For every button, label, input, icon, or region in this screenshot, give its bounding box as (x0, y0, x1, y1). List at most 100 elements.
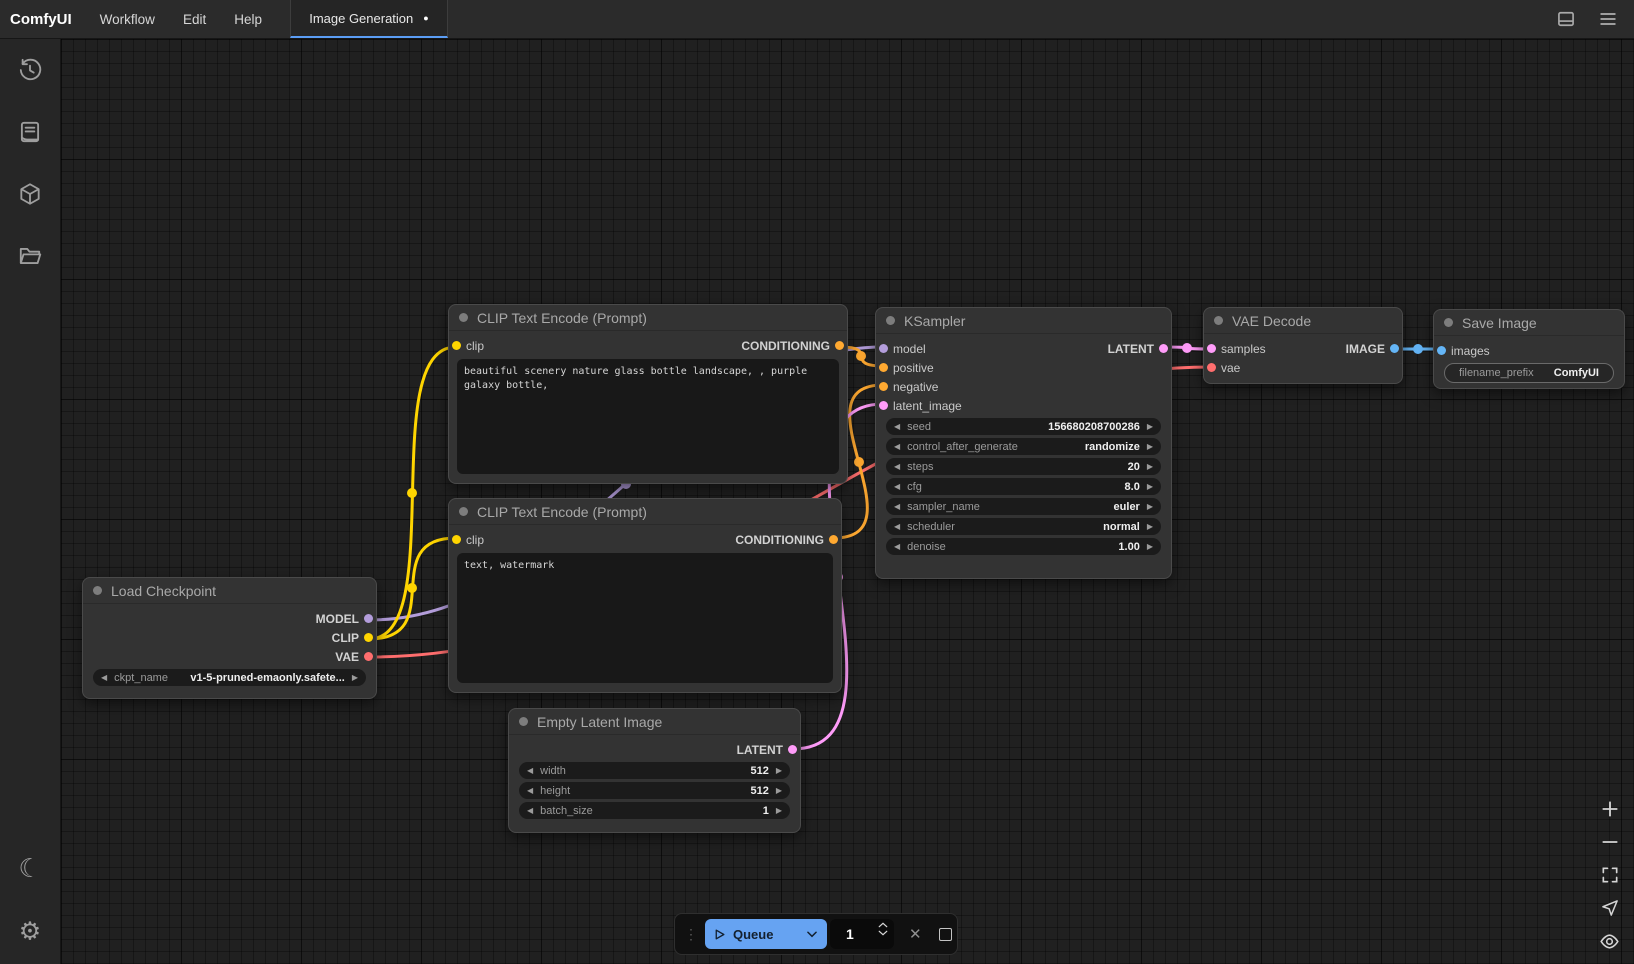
positive-prompt-textarea[interactable]: beautiful scenery nature glass bottle la… (457, 359, 839, 474)
theme-toggle-icon[interactable]: ☾ (18, 855, 41, 881)
node-collapse-dot[interactable] (886, 316, 895, 325)
queue-icon[interactable] (17, 119, 43, 145)
latent-output-dot[interactable] (1159, 344, 1168, 353)
increment-icon[interactable]: ▶ (1147, 523, 1153, 531)
zoom-in-icon[interactable] (1600, 799, 1620, 819)
node-clip-text-encode-negative[interactable]: CLIP Text Encode (Prompt) clip CONDITION… (448, 498, 842, 693)
clear-queue-icon[interactable]: ✕ (909, 925, 922, 943)
samples-input-dot[interactable] (1207, 344, 1216, 353)
latent-image-input-dot[interactable] (879, 401, 888, 410)
node-empty-latent-image[interactable]: Empty Latent Image LATENT ◀ width 512 ▶ … (508, 708, 801, 833)
negative-input-dot[interactable] (879, 382, 888, 391)
node-load-checkpoint[interactable]: Load Checkpoint MODEL CLIP VAE ◀ ckpt_na… (82, 577, 377, 699)
decrement-icon[interactable]: ◀ (527, 807, 533, 815)
output-slot-vae[interactable]: VAE (83, 647, 376, 666)
increment-icon[interactable]: ▶ (1147, 463, 1153, 471)
settings-icon[interactable]: ⚙ (19, 920, 41, 945)
decrement-icon[interactable]: ◀ (101, 674, 107, 682)
tab-image-generation[interactable]: Image Generation ● (290, 0, 448, 38)
zoom-out-icon[interactable] (1600, 832, 1620, 852)
node-vae-decode[interactable]: VAE Decode samples IMAGE vae (1203, 307, 1403, 384)
canvas-controls (1599, 799, 1620, 952)
widget-steps[interactable]: ◀ steps 20 ▶ (886, 458, 1161, 475)
increment-icon[interactable]: ▶ (352, 674, 358, 682)
increment-icon[interactable]: ▶ (776, 787, 782, 795)
decrement-icon[interactable]: ◀ (894, 443, 900, 451)
clip-output-dot[interactable] (364, 633, 373, 642)
increment-count-icon[interactable] (878, 922, 888, 928)
node-title-bar: CLIP Text Encode (Prompt) (449, 499, 841, 525)
batch-count-input[interactable]: 1 (830, 919, 894, 949)
clip-input-dot[interactable] (452, 341, 461, 350)
widget-seed[interactable]: ◀ seed 156680208700286 ▶ (886, 418, 1161, 435)
decrement-icon[interactable]: ◀ (527, 767, 533, 775)
positive-input-dot[interactable] (879, 363, 888, 372)
menu-edit[interactable]: Edit (169, 0, 220, 38)
widget-sampler-name[interactable]: ◀ sampler_name euler ▶ (886, 498, 1161, 515)
interrupt-icon[interactable] (939, 928, 952, 941)
decrement-icon[interactable]: ◀ (527, 787, 533, 795)
history-icon[interactable] (17, 57, 43, 83)
vae-output-dot[interactable] (364, 652, 373, 661)
node-clip-text-encode-positive[interactable]: CLIP Text Encode (Prompt) clip CONDITION… (448, 304, 848, 484)
output-slot-model[interactable]: MODEL (83, 609, 376, 628)
widget-cfg[interactable]: ◀ cfg 8.0 ▶ (886, 478, 1161, 495)
latent-output-dot[interactable] (788, 745, 797, 754)
slot-row: latent_image (876, 396, 1171, 415)
node-title: Empty Latent Image (537, 714, 662, 730)
menu-workflow[interactable]: Workflow (86, 0, 169, 38)
widget-filename-prefix[interactable]: filename_prefix ComfyUI (1444, 363, 1614, 383)
widget-scheduler[interactable]: ◀ scheduler normal ▶ (886, 518, 1161, 535)
widget-batch-size[interactable]: ◀ batch_size 1 ▶ (519, 802, 790, 819)
model-output-dot[interactable] (364, 614, 373, 623)
output-slot-clip[interactable]: CLIP (83, 628, 376, 647)
model-library-icon[interactable] (17, 181, 43, 207)
vae-input-dot[interactable] (1207, 363, 1216, 372)
drag-handle-icon[interactable]: ⋮ (675, 926, 705, 943)
negative-prompt-textarea[interactable]: text, watermark (457, 553, 833, 683)
increment-icon[interactable]: ▶ (776, 807, 782, 815)
image-output-dot[interactable] (1390, 344, 1399, 353)
node-collapse-dot[interactable] (93, 586, 102, 595)
conditioning-output-dot[interactable] (829, 535, 838, 544)
images-input-dot[interactable] (1437, 346, 1446, 355)
fit-view-icon[interactable] (1600, 865, 1620, 885)
toggle-link-visibility-icon[interactable] (1599, 931, 1620, 952)
decrement-icon[interactable]: ◀ (894, 523, 900, 531)
increment-icon[interactable]: ▶ (1147, 443, 1153, 451)
workflows-icon[interactable] (17, 243, 43, 269)
decrement-icon[interactable]: ◀ (894, 423, 900, 431)
queue-button[interactable]: Queue (705, 919, 827, 949)
select-mode-icon[interactable] (1600, 898, 1620, 918)
node-collapse-dot[interactable] (1444, 318, 1453, 327)
node-collapse-dot[interactable] (459, 313, 468, 322)
node-collapse-dot[interactable] (1214, 316, 1223, 325)
node-save-image[interactable]: Save Image images filename_prefix ComfyU… (1433, 309, 1625, 389)
increment-icon[interactable]: ▶ (776, 767, 782, 775)
panel-toggle-icon[interactable] (1556, 9, 1576, 29)
increment-icon[interactable]: ▶ (1147, 483, 1153, 491)
increment-icon[interactable]: ▶ (1147, 423, 1153, 431)
conditioning-output-dot[interactable] (835, 341, 844, 350)
node-ksampler[interactable]: KSampler model LATENT positive negative … (875, 307, 1172, 579)
increment-icon[interactable]: ▶ (1147, 503, 1153, 511)
menu-icon[interactable] (1598, 9, 1618, 29)
widget-control-after-generate[interactable]: ◀ control_after_generate randomize ▶ (886, 438, 1161, 455)
widget-denoise[interactable]: ◀ denoise 1.00 ▶ (886, 538, 1161, 555)
clip-input-dot[interactable] (452, 535, 461, 544)
decrement-count-icon[interactable] (878, 930, 888, 936)
widget-width[interactable]: ◀ width 512 ▶ (519, 762, 790, 779)
widget-ckpt-name[interactable]: ◀ ckpt_name v1-5-pruned-emaonly.safete..… (93, 669, 366, 686)
decrement-icon[interactable]: ◀ (894, 503, 900, 511)
menu-help[interactable]: Help (220, 0, 276, 38)
widget-height[interactable]: ◀ height 512 ▶ (519, 782, 790, 799)
decrement-icon[interactable]: ◀ (894, 483, 900, 491)
node-collapse-dot[interactable] (459, 507, 468, 516)
queue-options-chevron-icon[interactable] (805, 927, 819, 941)
increment-icon[interactable]: ▶ (1147, 543, 1153, 551)
node-graph-canvas[interactable] (61, 39, 1634, 964)
decrement-icon[interactable]: ◀ (894, 463, 900, 471)
decrement-icon[interactable]: ◀ (894, 543, 900, 551)
node-collapse-dot[interactable] (519, 717, 528, 726)
model-input-dot[interactable] (879, 344, 888, 353)
